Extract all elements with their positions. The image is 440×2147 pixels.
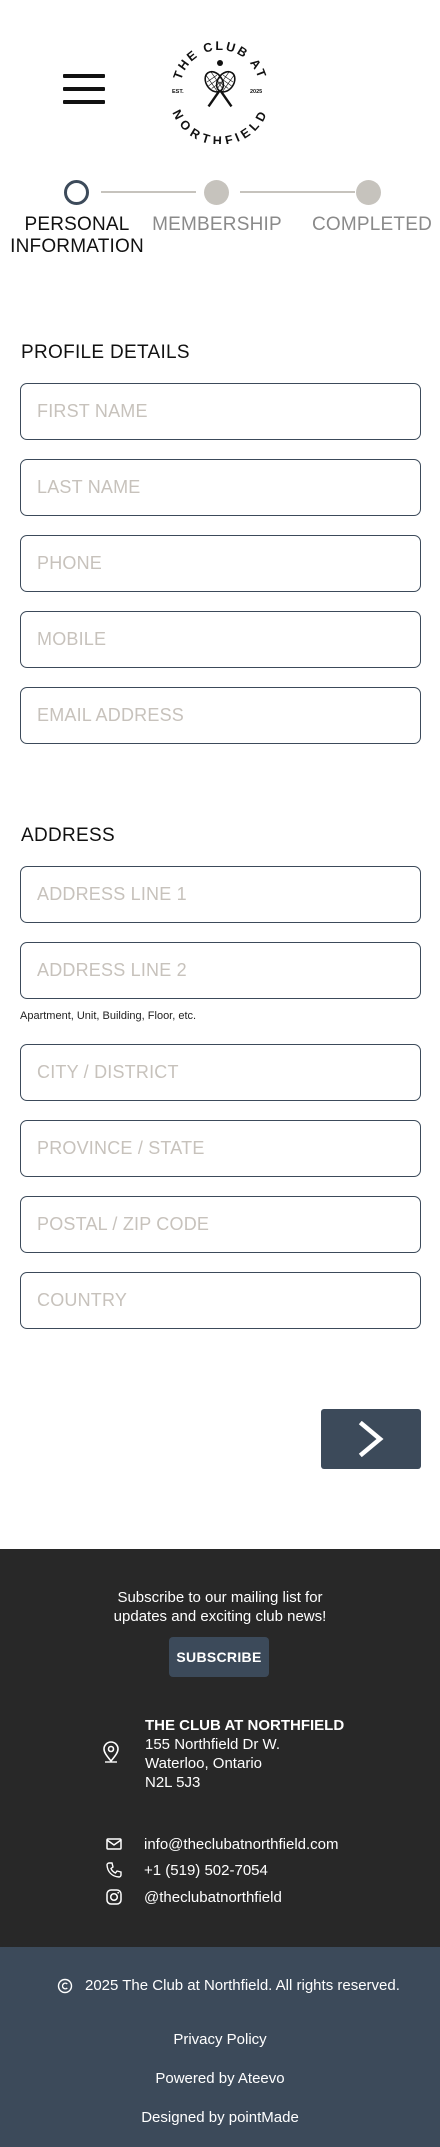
copyright: 2025 The Club at Northfield. All rights … — [57, 1977, 400, 1994]
phone-text: +1 (519) 502-7054 — [144, 1861, 268, 1879]
logo-bottom-text: NORTHFIELD — [170, 107, 268, 144]
instagram-icon — [106, 1889, 122, 1905]
logo-est-text: EST. — [172, 89, 184, 95]
subscribe-text: Subscribe to our mailing list for update… — [0, 1588, 440, 1626]
step-dot-completed[interactable] — [356, 180, 381, 205]
svg-text:NORTHFIELD: NORTHFIELD — [170, 107, 271, 144]
hamburger-icon[interactable] — [63, 74, 105, 104]
designed-by-link[interactable]: Designed by pointMade — [0, 2109, 440, 2126]
step-dot-personal[interactable] — [64, 180, 89, 205]
registration-page: THE CLUB AT NORTHFIELD EST. 2025 PERSONA… — [0, 0, 440, 2147]
city-input[interactable] — [20, 1044, 421, 1101]
club-address: THE CLUB AT NORTHFIELD 155 Northfield Dr… — [145, 1716, 344, 1792]
email-input[interactable] — [20, 687, 421, 744]
tennis-rackets-icon — [204, 60, 236, 108]
phone-link[interactable]: +1 (519) 502-7054 — [104, 1860, 268, 1880]
email-text: info@theclubatnorthfield.com — [144, 1835, 339, 1853]
address-section-title: ADDRESS — [21, 825, 115, 846]
subscribe-text-line: Subscribe to our mailing list for — [117, 1589, 323, 1606]
instagram-text: @theclubatnorthfield — [144, 1888, 282, 1906]
chevron-right-icon — [358, 1421, 384, 1457]
address-line: N2L 5J3 — [145, 1774, 201, 1791]
step-dot-membership[interactable] — [204, 180, 229, 205]
address-line1-input[interactable] — [20, 866, 421, 923]
club-name: THE CLUB AT NORTHFIELD — [145, 1717, 345, 1734]
step-label-membership[interactable]: MEMBERSHIP — [151, 214, 283, 236]
step-label-line: PERSONAL — [24, 214, 130, 235]
phone-input[interactable] — [20, 535, 421, 592]
profile-section-title: PROFILE DETAILS — [21, 342, 190, 363]
footer: Subscribe to our mailing list for update… — [0, 1549, 440, 1947]
progress-stepper: PERSONAL INFORMATION MEMBERSHIP COMPLETE… — [0, 176, 440, 266]
country-input[interactable] — [20, 1272, 421, 1329]
powered-by-link[interactable]: Powered by Ateevo — [0, 2070, 440, 2087]
address-line2-hint: Apartment, Unit, Building, Floor, etc. — [20, 1010, 197, 1022]
email-link[interactable]: info@theclubatnorthfield.com — [104, 1834, 339, 1854]
copyright-icon — [57, 1978, 73, 1993]
mobile-input[interactable] — [20, 611, 421, 668]
subscribe-text-line: updates and exciting club news! — [113, 1608, 327, 1625]
next-button[interactable] — [321, 1409, 421, 1469]
province-input[interactable] — [20, 1120, 421, 1177]
instagram-link[interactable]: @theclubatnorthfield — [104, 1887, 282, 1907]
step-label-line: MEMBERSHIP — [152, 214, 282, 235]
footer-bottom: 2025 The Club at Northfield. All rights … — [0, 1947, 440, 2147]
privacy-policy-link[interactable]: Privacy Policy — [0, 2031, 440, 2048]
step-label-line: COMPLETED — [311, 214, 433, 235]
last-name-input[interactable] — [20, 459, 421, 516]
mail-icon — [106, 1838, 122, 1850]
club-logo[interactable]: THE CLUB AT NORTHFIELD EST. 2025 — [166, 36, 274, 144]
step-label-personal[interactable]: PERSONAL INFORMATION — [6, 214, 148, 258]
copyright-text: 2025 The Club at Northfield. All rights … — [85, 1977, 400, 1994]
location-pin-icon — [103, 1741, 119, 1763]
step-connector — [240, 191, 355, 193]
step-label-line: INFORMATION — [10, 236, 144, 257]
postal-code-input[interactable] — [20, 1196, 421, 1253]
first-name-input[interactable] — [20, 383, 421, 440]
step-label-completed[interactable]: COMPLETED — [311, 214, 433, 236]
phone-icon — [106, 1862, 122, 1878]
subscribe-button[interactable]: SUBSCRIBE — [169, 1637, 269, 1677]
step-connector — [101, 191, 196, 193]
address-line: Waterloo, Ontario — [145, 1755, 262, 1772]
logo-year-text: 2025 — [250, 89, 262, 95]
address-line2-input[interactable] — [20, 942, 421, 999]
address-line: 155 Northfield Dr W. — [145, 1736, 281, 1753]
